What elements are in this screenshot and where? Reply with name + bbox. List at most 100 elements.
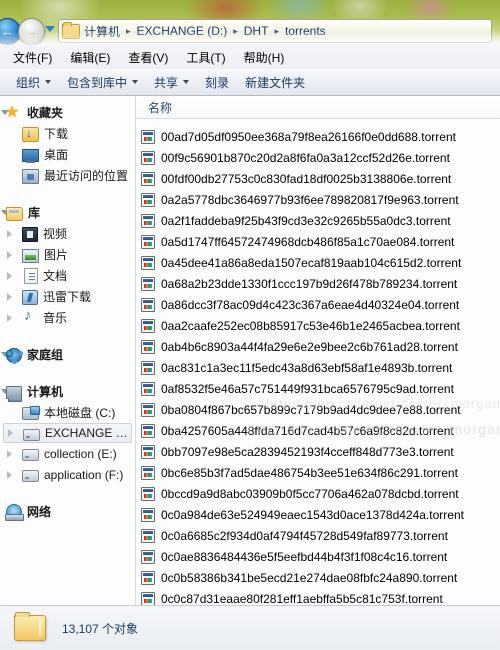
sidebar-item-网络[interactable]: 网络 <box>0 501 135 522</box>
menu-tools[interactable]: 工具(T) <box>177 46 234 69</box>
toolbar-include-in-library[interactable]: 包含到库中 <box>59 71 146 94</box>
file-list[interactable]: 00ad7d05df0950ee368a79f8ea26166f0e0dd688… <box>136 119 500 605</box>
sidebar-item-application (F:)[interactable]: application (F:) <box>0 464 135 485</box>
nav-group-spacer <box>0 487 135 501</box>
file-list-item[interactable]: 0c0a6685c2f934d0af4794f45728d549faf89773… <box>136 525 500 546</box>
library-icon <box>6 206 23 221</box>
chevron-right-icon[interactable] <box>7 449 12 458</box>
recent-pages-dropdown-icon[interactable] <box>45 26 55 32</box>
file-list-item[interactable]: 0bc6e85b3f7ad5dae486754b3ee51e634f86c291… <box>136 462 500 483</box>
torrent-file-icon <box>141 465 155 480</box>
menu-edit[interactable]: 编辑(E) <box>61 46 119 69</box>
back-button[interactable]: ← <box>0 18 21 45</box>
file-list-item[interactable]: 00f9c56901b870c20d2a8f6fa0a3a12ccf52d26e… <box>136 147 500 168</box>
sidebar-item-文档[interactable]: 文档 <box>0 265 135 286</box>
chevron-right-icon[interactable] <box>7 313 12 322</box>
toolbar-button-label: 新建文件夹 <box>245 75 306 90</box>
chevron-right-icon[interactable] <box>7 229 12 238</box>
back-arrow-icon: ← <box>1 24 14 39</box>
breadcrumb-item-torrents[interactable]: torrents <box>284 24 327 38</box>
torrent-file-icon <box>141 591 155 605</box>
file-list-item[interactable]: 00ad7d05df0950ee368a79f8ea26166f0e0dd688… <box>136 126 500 147</box>
sidebar-item-EXCHANGE (D:)[interactable]: EXCHANGE (D:) <box>3 423 132 443</box>
nav-group-favorites: 收藏夹下载桌面最近访问的位置 <box>0 102 135 186</box>
file-list-item[interactable]: 0ba4257605a448ffda716d7cad4b57c6a9f8c82d… <box>136 420 500 441</box>
file-name-label: 0bccd9a9d8abc03909b0f5cc7706a462a078dcbd… <box>161 486 459 501</box>
sidebar-item-收藏夹[interactable]: 收藏夹 <box>0 102 135 123</box>
file-list-item[interactable]: 0c0c87d31eaae80f281eff1aebffa5b5c81c753f… <box>136 588 500 605</box>
sidebar-item-桌面[interactable]: 桌面 <box>0 144 135 165</box>
sidebar-item-label: 下载 <box>44 127 69 141</box>
sidebar-item-计算机[interactable]: 计算机 <box>0 381 135 402</box>
file-list-item[interactable]: 0bb7097e98e5ca2839452193f4cceff848d773e3… <box>136 441 500 462</box>
sidebar-item-家庭组[interactable]: 家庭组 <box>0 344 135 365</box>
torrent-file-icon <box>141 528 155 543</box>
menu-view[interactable]: 查看(V) <box>119 46 177 69</box>
toolbar-burn[interactable]: 刻录 <box>197 71 237 94</box>
breadcrumb-item-exchange[interactable]: EXCHANGE (D:) <box>136 24 229 38</box>
chevron-right-icon[interactable] <box>7 292 12 301</box>
menu-file[interactable]: 文件(F) <box>4 46 61 69</box>
network-icon <box>5 504 24 521</box>
toolbar-share[interactable]: 共享 <box>146 71 197 94</box>
homegroup-icon <box>6 348 22 363</box>
forward-button[interactable]: → <box>18 18 45 45</box>
file-list-item[interactable]: 0a45dee41a86a8eda1507ecaf819aab104c615d2… <box>136 252 500 273</box>
breadcrumb-item-computer[interactable]: 计算机 <box>83 23 121 40</box>
file-name-label: 0aa2caafe252ec08b85917c53e46b1e2465acbea… <box>161 318 460 333</box>
chevron-right-icon[interactable] <box>7 470 12 479</box>
torrent-file-icon <box>141 213 155 228</box>
torrent-file-icon <box>141 486 155 501</box>
sidebar-item-下载[interactable]: 下载 <box>0 123 135 144</box>
forward-arrow-icon: → <box>25 24 38 39</box>
sidebar-item-collection (E:)[interactable]: collection (E:) <box>0 443 135 464</box>
file-list-item[interactable]: 0a86dcc3f78ac09d4c423c367a6eae4d40324e04… <box>136 294 500 315</box>
sidebar-item-label: 视频 <box>43 227 68 241</box>
file-list-item[interactable]: 0aa2caafe252ec08b85917c53e46b1e2465acbea… <box>136 315 500 336</box>
sidebar-item-label: 文档 <box>43 269 68 283</box>
file-name-label: 0af8532f5e46a57c751449f931bca6576795c9ad… <box>161 381 454 396</box>
file-list-item[interactable]: 0a2f1faddeba9f25b43f9cd3e32c9265b55a0dc3… <box>136 210 500 231</box>
sidebar-item-音乐[interactable]: 音乐 <box>0 307 135 328</box>
sidebar-item-库[interactable]: 库 <box>0 202 135 223</box>
file-list-item[interactable]: 00fdf00db27753c0c830fad18df0025b3138806e… <box>136 168 500 189</box>
sidebar-item-视频[interactable]: 视频 <box>0 223 135 244</box>
address-bar[interactable]: 计算机 ▸ EXCHANGE (D:) ▸ DHT ▸ torrents <box>58 19 492 43</box>
system-drive-icon <box>22 406 40 420</box>
sidebar-item-最近访问的位置[interactable]: 最近访问的位置 <box>0 165 135 186</box>
explorer-body: 收藏夹下载桌面最近访问的位置库视频图片文档迅雷下载音乐家庭组计算机本地磁盘 (C… <box>0 96 500 605</box>
toolbar-organize[interactable]: 组织 <box>8 71 59 94</box>
file-list-item[interactable]: 0ab4b6c8903a44f4fa29e6e2e9bee2c6b761ad28… <box>136 336 500 357</box>
sidebar-item-迅雷下载[interactable]: 迅雷下载 <box>0 286 135 307</box>
file-list-item[interactable]: 0af8532f5e46a57c751449f931bca6576795c9ad… <box>136 378 500 399</box>
file-list-item[interactable]: 0a5d1747ff64572474968dcb486f85a1c70ae084… <box>136 231 500 252</box>
torrent-file-icon <box>141 276 155 291</box>
file-list-item[interactable]: 0ba0804f867bc657b899c7179b9ad4dc9dee7e88… <box>136 399 500 420</box>
file-list-item[interactable]: 0c0ae8836484436e5f5eefbd44b4f3f1f08c4c16… <box>136 546 500 567</box>
column-header-name[interactable]: 名称 <box>148 99 172 116</box>
toolbar-new-folder[interactable]: 新建文件夹 <box>237 71 313 94</box>
sidebar-item-图片[interactable]: 图片 <box>0 244 135 265</box>
file-list-item[interactable]: 0ac831c1a3ec11f5edc43a8d63ebf58af1e4893b… <box>136 357 500 378</box>
sidebar-item-本地磁盘 (C:)[interactable]: 本地磁盘 (C:) <box>0 402 135 423</box>
file-name-label: 0a2f1faddeba9f25b43f9cd3e32c9265b55a0dc3… <box>161 213 451 228</box>
menu-help[interactable]: 帮助(H) <box>235 46 294 69</box>
file-list-item[interactable]: 0a2a5778dbc3646977b93f6ee789820817f9e963… <box>136 189 500 210</box>
sidebar-item-label: 网络 <box>27 505 52 519</box>
file-name-label: 00f9c56901b870c20d2a8f6fa0a3a12ccf52d26e… <box>161 150 450 165</box>
file-name-label: 0ab4b6c8903a44f4fa29e6e2e9bee2c6b761ad28… <box>161 339 458 354</box>
file-list-item[interactable]: 0a68a2b23dde1330f1ccc197b9d26f478b789234… <box>136 273 500 294</box>
drive-icon <box>23 428 40 441</box>
file-name-label: 0bc6e85b3f7ad5dae486754b3ee51e634f86c291… <box>161 465 458 480</box>
file-list-item[interactable]: 0c0b58386b341be5ecd21e274dae08fbfc24a890… <box>136 567 500 588</box>
file-list-item[interactable]: 0c0a984de63e524949eaec1543d0ace1378d424a… <box>136 504 500 525</box>
chevron-right-icon[interactable] <box>8 429 13 437</box>
chevron-right-icon[interactable] <box>7 271 12 280</box>
breadcrumb-item-dht[interactable]: DHT <box>243 24 270 38</box>
desktop-icon <box>22 149 39 163</box>
nav-group-computer: 计算机 本地磁盘 (C:) EXCHANGE (D:) collection (E:)… <box>0 381 135 485</box>
chevron-right-icon[interactable] <box>7 250 12 259</box>
torrent-file-icon <box>141 171 155 186</box>
file-name-label: 0c0c87d31eaae80f281eff1aebffa5b5c81c753f… <box>161 591 443 606</box>
file-list-item[interactable]: 0bccd9a9d8abc03909b0f5cc7706a462a078dcbd… <box>136 483 500 504</box>
